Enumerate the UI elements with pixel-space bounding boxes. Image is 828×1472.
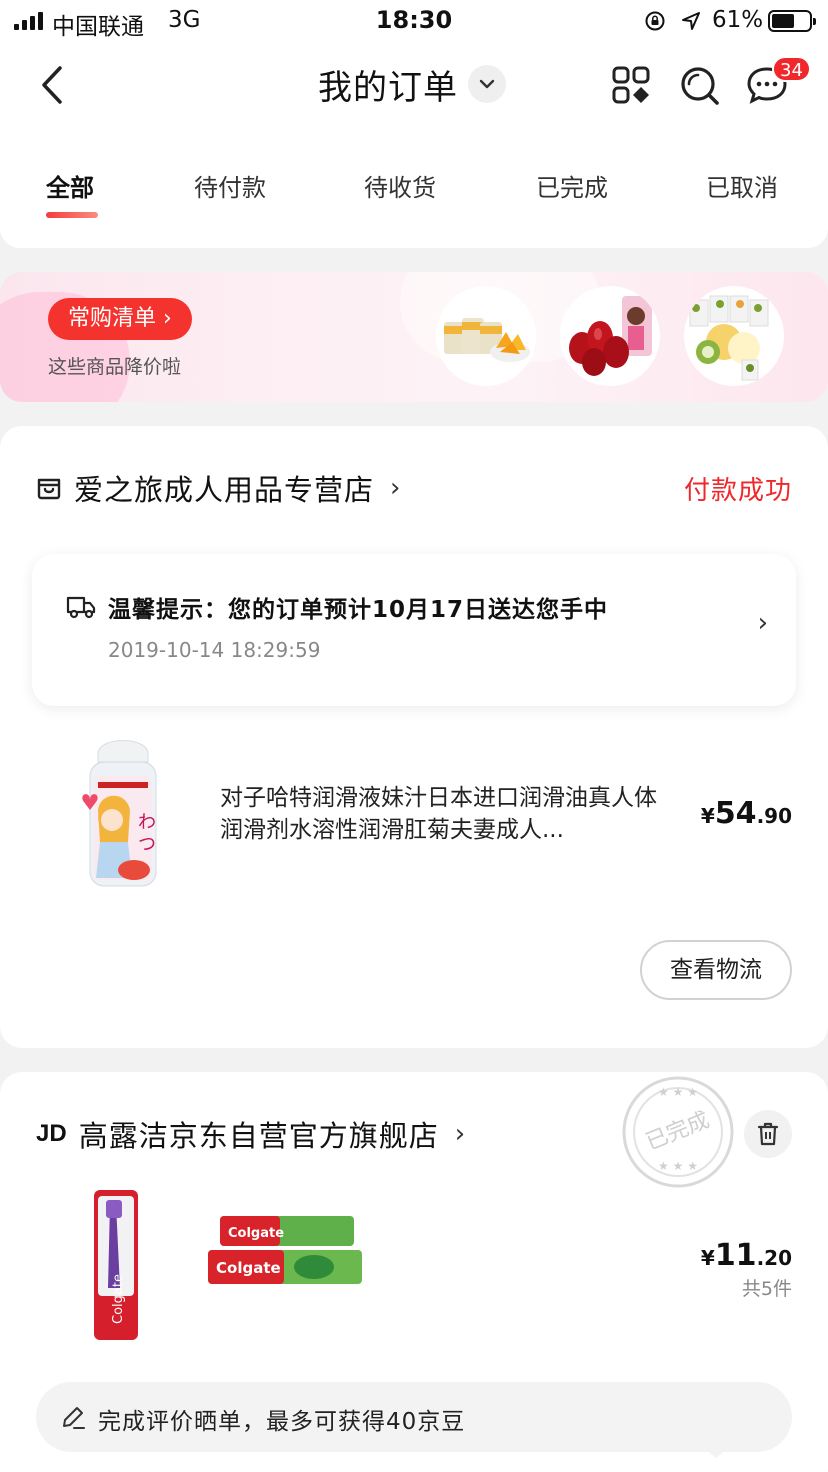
completed-stamp-icon: ★ ★ ★ ★ ★ ★ 已完成 xyxy=(622,1076,734,1188)
chevron-down-icon[interactable] xyxy=(468,65,506,103)
tab-all[interactable]: 全部 xyxy=(46,168,94,203)
svg-text:つ: つ xyxy=(138,834,156,855)
message-badge: 34 xyxy=(772,56,811,82)
status-bar: 中国联通 3G 18:30 61% xyxy=(0,0,828,42)
store-header[interactable]: JD 高露洁京东自营官方旗舰店 › xyxy=(36,1114,465,1154)
order-card[interactable]: 爱之旅成人用品专营店 › 付款成功 温馨提示：您的订单预计10月17日送达您手中… xyxy=(0,426,828,1048)
title-selector[interactable]: 我的订单 xyxy=(318,62,506,108)
clock: 18:30 xyxy=(375,6,453,34)
order-tabs: 全部 待付款 待收货 已完成 已取消 xyxy=(0,168,828,218)
review-tooltip-tail xyxy=(704,1448,728,1458)
promo-product-image[interactable] xyxy=(436,286,536,386)
delete-order-button[interactable] xyxy=(744,1110,792,1158)
store-name: 高露洁京东自营官方旗舰店 xyxy=(78,1119,439,1153)
edit-pencil-icon xyxy=(63,1407,85,1429)
search-icon[interactable] xyxy=(678,64,720,106)
delivery-tip-card[interactable]: 温馨提示：您的订单预计10月17日送达您手中 2019-10-14 18:29:… xyxy=(32,554,796,706)
store-header[interactable]: 爱之旅成人用品专营店 › xyxy=(36,468,400,508)
svg-text:Colgate: Colgate xyxy=(228,1226,284,1241)
promo-subtitle: 这些商品降价啦 xyxy=(48,356,182,378)
svg-text:已完成: 已完成 xyxy=(643,1108,714,1156)
product-image[interactable]: わ つ xyxy=(50,732,196,896)
svg-text:わ: わ xyxy=(138,812,156,833)
app-root: 中国联通 3G 18:30 61% 我的订单 34 全部 待付款 待收货 已完成… xyxy=(0,0,828,1472)
trash-icon xyxy=(757,1122,779,1146)
chevron-right-icon: › xyxy=(454,1119,466,1149)
battery-icon xyxy=(768,10,816,32)
tab-pending-payment[interactable]: 待付款 xyxy=(194,168,266,203)
page-title: 我的订单 xyxy=(318,67,458,108)
order-card[interactable]: JD 高露洁京东自营官方旗舰店 › ★ ★ ★ ★ ★ ★ 已完成 Colgat… xyxy=(0,1072,828,1472)
product-image[interactable]: Colgate xyxy=(50,1184,196,1348)
review-prompt[interactable]: 完成评价晒单，最多可获得40京豆 xyxy=(36,1382,792,1452)
back-icon[interactable] xyxy=(34,60,74,110)
order-total-price: ¥11.20 xyxy=(700,1238,792,1273)
tab-completed[interactable]: 已完成 xyxy=(536,168,608,203)
chevron-right-icon: › xyxy=(757,608,768,638)
header: 我的订单 34 全部 待付款 待收货 已完成 已取消 xyxy=(0,42,828,248)
category-grid-icon[interactable] xyxy=(610,64,652,106)
delivery-tip-title: 温馨提示：您的订单预计10月17日送达您手中 xyxy=(108,597,609,623)
jd-logo-icon: JD xyxy=(36,1120,67,1147)
tab-pending-receipt[interactable]: 待收货 xyxy=(364,168,436,203)
track-shipment-button[interactable]: 查看物流 xyxy=(640,940,792,1000)
battery-percent: 61% xyxy=(712,7,764,33)
store-icon xyxy=(37,478,61,500)
svg-text:Colgate: Colgate xyxy=(216,1259,281,1277)
rotation-lock-icon xyxy=(645,11,665,31)
chevron-right-icon: › xyxy=(390,473,401,503)
active-tab-indicator xyxy=(46,212,98,218)
review-prompt-text: 完成评价晒单，最多可获得40京豆 xyxy=(98,1409,466,1435)
delivery-truck-icon xyxy=(66,596,96,619)
product-image[interactable]: Colgate Colgate xyxy=(202,1210,368,1310)
product-price: ¥54.90 xyxy=(700,796,792,831)
location-icon xyxy=(682,12,700,30)
tab-cancelled[interactable]: 已取消 xyxy=(706,168,778,203)
svg-text:★ ★ ★: ★ ★ ★ xyxy=(658,1085,698,1099)
store-name: 爱之旅成人用品专营店 xyxy=(74,473,375,507)
frequent-buy-banner[interactable]: 常购清单 › 这些商品降价啦 xyxy=(0,272,828,402)
svg-text:★ ★ ★: ★ ★ ★ xyxy=(658,1159,698,1173)
promo-product-image[interactable] xyxy=(684,286,784,386)
item-count: 共5件 xyxy=(741,1278,792,1300)
promo-product-image[interactable] xyxy=(560,286,660,386)
svg-text:Colgate: Colgate xyxy=(111,1274,126,1324)
product-title[interactable]: 对子哈特润滑液妹汁日本进口润滑油真人体润滑剂水溶性润滑肛菊夫妻成人... xyxy=(220,782,678,846)
delivery-tip-time: 2019-10-14 18:29:59 xyxy=(108,638,321,662)
order-status: 付款成功 xyxy=(683,476,792,506)
frequent-buy-button[interactable]: 常购清单 › xyxy=(48,298,192,340)
